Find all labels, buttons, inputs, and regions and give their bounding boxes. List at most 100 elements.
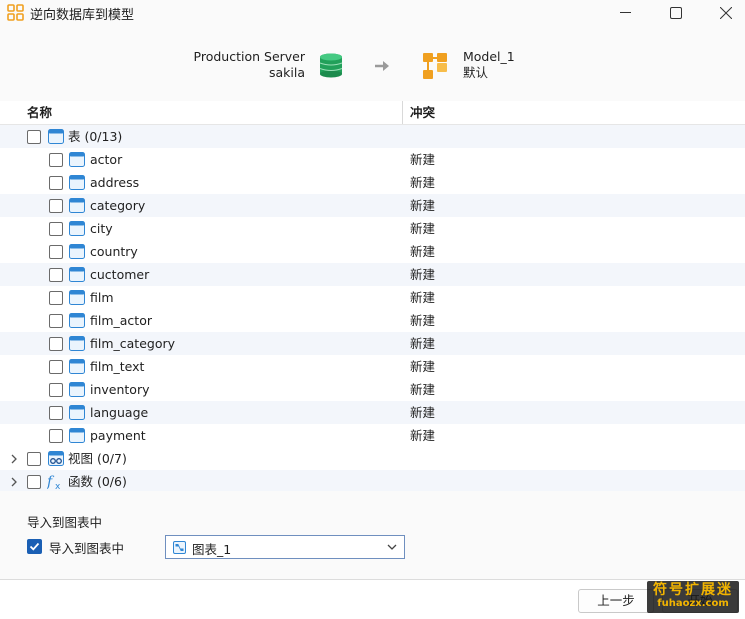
maximize-button[interactable] (653, 0, 699, 25)
table-status: 新建 (410, 267, 436, 282)
table-row[interactable]: film_text 新建 (0, 355, 745, 378)
watermark-line1: 符号扩展迷 (653, 582, 733, 598)
model-icon (423, 53, 447, 79)
table-icon (69, 152, 85, 167)
svg-text:x: x (55, 482, 61, 490)
table-checkbox[interactable] (49, 245, 63, 259)
table-name: category (90, 198, 146, 213)
diagram-icon (173, 541, 186, 554)
table-checkbox[interactable] (49, 222, 63, 236)
database-icon (319, 53, 343, 78)
table-checkbox[interactable] (49, 314, 63, 328)
source-info: Production Server sakila (194, 49, 305, 81)
tables-group-label: 表 (0/13) (68, 129, 123, 144)
table-name: language (90, 405, 149, 420)
table-name: address (90, 175, 140, 190)
views-group-label: 视图 (0/7) (68, 451, 127, 466)
import-section: 导入到图表中 导入到图表中 图表_1 (0, 491, 745, 579)
table-row[interactable]: actor 新建 (0, 148, 745, 171)
object-tree[interactable]: 名称 冲突 表 (0/13) actor 新建 address 新建 categ… (0, 101, 745, 493)
column-divider[interactable] (402, 101, 403, 124)
svg-text:f: f (47, 474, 55, 490)
target-info: Model_1 默认 (463, 49, 515, 81)
close-button[interactable] (703, 0, 745, 25)
table-icon (69, 336, 85, 351)
chevron-right-icon[interactable] (9, 476, 19, 488)
table-row[interactable]: film_category 新建 (0, 332, 745, 355)
table-name: payment (90, 428, 146, 443)
table-row[interactable]: film 新建 (0, 286, 745, 309)
function-icon: f x (47, 474, 61, 490)
table-icon (69, 382, 85, 397)
table-icon (69, 267, 85, 282)
table-status: 新建 (410, 198, 436, 213)
table-checkbox[interactable] (49, 429, 63, 443)
table-status: 新建 (410, 313, 436, 328)
previous-button[interactable]: 上一步 (578, 589, 654, 613)
import-checkbox[interactable] (27, 539, 42, 554)
table-name: country (90, 244, 138, 259)
tree-group-tables[interactable]: 表 (0/13) (0, 125, 745, 148)
table-status: 新建 (410, 244, 436, 259)
table-checkbox[interactable] (49, 153, 63, 167)
views-checkbox[interactable] (27, 452, 41, 466)
table-icon (69, 405, 85, 420)
tables-checkbox[interactable] (27, 130, 41, 144)
diagram-select-value: 图表_1 (192, 542, 232, 557)
functions-checkbox[interactable] (27, 475, 41, 489)
table-row[interactable]: category 新建 (0, 194, 745, 217)
chevron-down-icon (387, 544, 397, 550)
maximize-icon (670, 6, 682, 19)
table-status: 新建 (410, 221, 436, 236)
table-row[interactable]: city 新建 (0, 217, 745, 240)
table-checkbox[interactable] (49, 291, 63, 305)
table-status: 新建 (410, 290, 436, 305)
table-checkbox[interactable] (49, 268, 63, 282)
import-checkbox-label[interactable]: 导入到图表中 (49, 538, 124, 557)
watermark-line2: fuhaozx.com (657, 598, 729, 609)
table-icon (69, 290, 85, 305)
target-model: Model_1 (463, 49, 515, 64)
source-database: sakila (268, 65, 305, 80)
table-name: film_category (90, 336, 176, 351)
minimize-icon (619, 12, 631, 13)
checkmark-icon (29, 542, 40, 551)
table-row[interactable]: language 新建 (0, 401, 745, 424)
table-row[interactable]: film_actor 新建 (0, 309, 745, 332)
tree-group-functions[interactable]: f x 函数 (0/6) (0, 470, 745, 493)
table-status: 新建 (410, 152, 436, 167)
table-name: film_actor (90, 313, 152, 328)
table-checkbox[interactable] (49, 383, 63, 397)
table-name: film_text (90, 359, 145, 374)
column-header-name[interactable]: 名称 (27, 101, 52, 124)
table-checkbox[interactable] (49, 360, 63, 374)
arrow-right-icon (375, 61, 389, 71)
table-checkbox[interactable] (49, 199, 63, 213)
table-row[interactable]: inventory 新建 (0, 378, 745, 401)
table-status: 新建 (410, 382, 436, 397)
table-icon (69, 221, 85, 236)
table-icon (69, 198, 85, 213)
table-row[interactable]: payment 新建 (0, 424, 745, 447)
table-name: actor (90, 152, 123, 167)
table-icon (69, 175, 85, 190)
table-icon (69, 359, 85, 374)
minimize-button[interactable] (602, 0, 648, 25)
tree-group-views[interactable]: 视图 (0/7) (0, 447, 745, 470)
target-schema: 默认 (463, 65, 489, 80)
table-checkbox[interactable] (49, 176, 63, 190)
table-checkbox[interactable] (49, 406, 63, 420)
column-header-conflict[interactable]: 冲突 (410, 101, 435, 124)
chevron-right-icon[interactable] (9, 453, 19, 465)
window-title: 逆向数据库到模型 (30, 8, 135, 23)
mapping-header: Production Server sakila Model_1 默认 (0, 25, 745, 101)
table-icon (69, 428, 85, 443)
dialog-footer: 上一步 开始 (0, 579, 745, 619)
table-name: film (90, 290, 114, 305)
diagram-select[interactable]: 图表_1 (165, 535, 405, 559)
table-row[interactable]: cuctomer 新建 (0, 263, 745, 286)
table-row[interactable]: address 新建 (0, 171, 745, 194)
table-checkbox[interactable] (49, 337, 63, 351)
close-icon (720, 6, 732, 19)
table-row[interactable]: country 新建 (0, 240, 745, 263)
